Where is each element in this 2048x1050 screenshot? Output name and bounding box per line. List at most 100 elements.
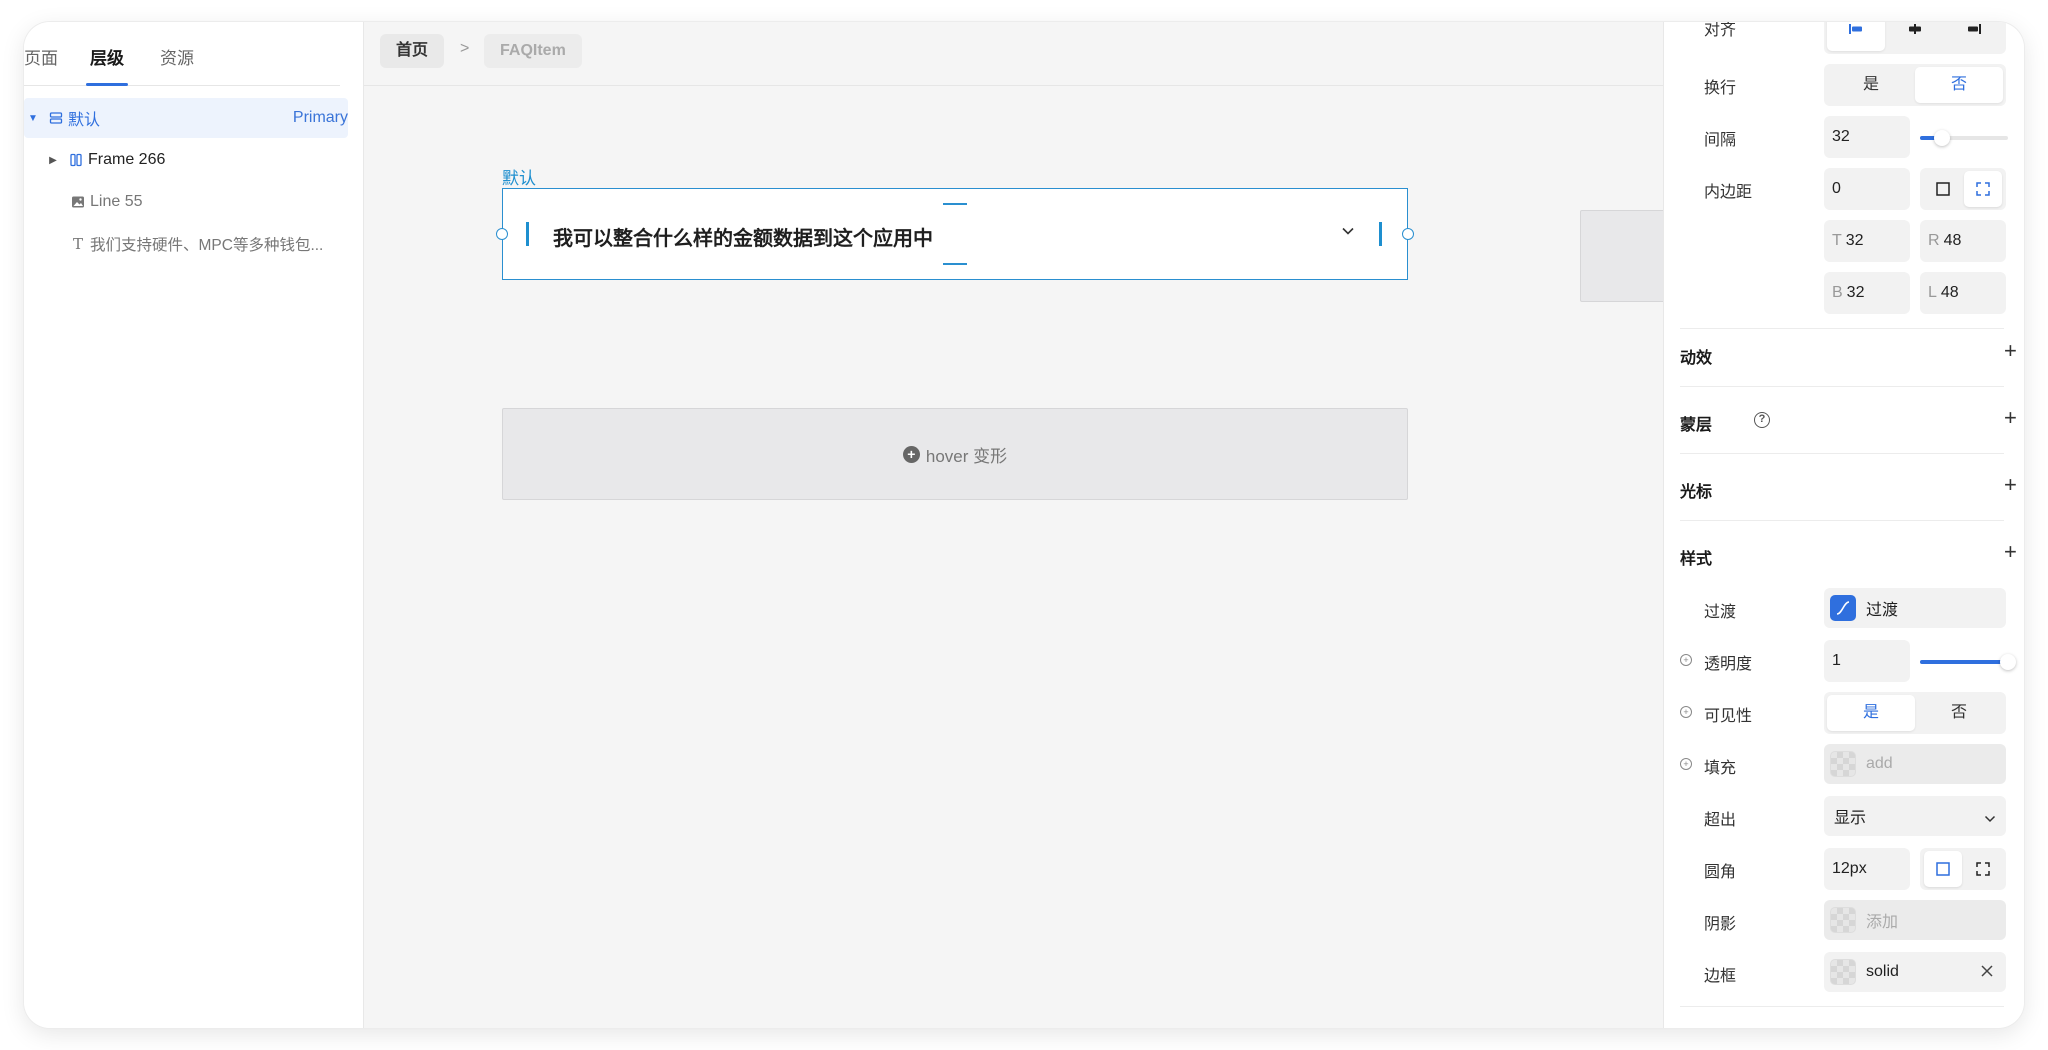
caret-right-icon[interactable]: ▶ [46, 155, 60, 166]
section-motion-title: 动效 [1680, 350, 1713, 367]
shadow-label: 阴影 [1704, 916, 1737, 933]
fill-label: 填充 [1704, 760, 1737, 777]
plus-circle-icon: + [902, 445, 920, 463]
add-mask-plus-icon[interactable]: + [2004, 405, 2017, 431]
help-circle-icon[interactable]: ? [1754, 412, 1770, 428]
overflow-select[interactable]: 显示 [1824, 796, 2006, 836]
wrap-yes-option[interactable]: 是 [1827, 67, 1915, 103]
transition-picker[interactable]: 过渡 [1824, 588, 2006, 628]
align-center-icon[interactable] [1886, 22, 1944, 51]
wrap-no-option[interactable]: 否 [1915, 67, 2003, 103]
padding-left-indicator [526, 222, 529, 246]
per-side-padding-icon[interactable] [1964, 171, 2002, 207]
opacity-slider-fill [1920, 660, 2008, 664]
close-icon[interactable] [1980, 964, 1994, 983]
align-left-icon[interactable] [1827, 22, 1885, 51]
visibility-toggle-icon[interactable]: + [1680, 706, 1692, 718]
gap-label: 间隔 [1704, 132, 1737, 149]
tree-item-line[interactable]: Line 55 [24, 182, 348, 222]
section-divider [1680, 453, 2004, 454]
text-type-icon: T [72, 235, 83, 253]
layers-panel: 页面 层级 资源 ▼ 默认 Primary ▶ Frame 266 Line 5… [24, 22, 364, 1028]
add-style-plus-icon[interactable]: + [2004, 539, 2017, 565]
transition-label: 过渡 [1704, 604, 1737, 621]
left-tabs: 页面 层级 资源 [24, 22, 340, 86]
align-control [1824, 22, 2006, 54]
stack-layout-icon [48, 110, 64, 126]
add-motion-plus-icon[interactable]: + [2004, 338, 2017, 364]
overflow-value: 显示 [1834, 810, 1867, 827]
frame-label[interactable]: 默认 [502, 164, 536, 189]
visibility-label: 可见性 [1704, 708, 1753, 725]
hover-variant-add-button[interactable]: + hover 变形 [502, 408, 1408, 500]
tab-layers[interactable]: 层级 [90, 44, 124, 69]
radius-mode-control [1920, 848, 2006, 890]
gap-slider-handle[interactable] [1934, 130, 1950, 146]
transition-value: 过渡 [1866, 602, 1899, 619]
padding-top-prefix: T [1832, 232, 1842, 249]
faq-question-text[interactable]: 我可以整合什么样的金额数据到这个应用中 [553, 222, 933, 251]
padding-input[interactable]: 0 [1824, 168, 1910, 210]
align-right-icon[interactable] [1945, 22, 2003, 51]
uniform-radius-icon[interactable] [1924, 851, 1962, 887]
padding-label: 内边距 [1704, 184, 1753, 201]
padding-bottom-input[interactable]: B 32 [1824, 272, 1910, 314]
padding-left-value: 48 [1940, 284, 1959, 301]
image-icon [70, 194, 86, 210]
tree-item-default[interactable]: ▼ 默认 Primary [24, 98, 348, 138]
tab-pages[interactable]: 页面 [24, 44, 58, 69]
padding-bottom-prefix: B [1832, 284, 1843, 301]
padding-bottom-indicator [943, 263, 967, 265]
resize-handle-right[interactable] [1402, 228, 1414, 240]
opacity-input[interactable]: 1 [1824, 640, 1910, 682]
caret-down-icon[interactable]: ▼ [26, 113, 40, 124]
section-divider [1680, 1006, 2004, 1007]
tree-item-label: Line 55 [90, 193, 143, 210]
tree-item-label: Frame 266 [88, 151, 166, 168]
faq-item-frame[interactable]: 我可以整合什么样的金额数据到这个应用中 [496, 188, 1414, 280]
shadow-picker[interactable]: 添加 [1824, 900, 2006, 940]
padding-left-input[interactable]: L 48 [1920, 272, 2006, 314]
tree-item-text[interactable]: T 我们支持硬件、MPC等多种钱包... [24, 224, 348, 264]
gap-input[interactable]: 32 [1824, 116, 1910, 158]
breadcrumb-separator: > [460, 40, 470, 57]
properties-panel: 对齐 换行 是 否 间隔 32 内边距 0 T 32 R 48 B 32 L 4… [1664, 22, 2024, 1028]
active-tab-indicator [86, 83, 128, 86]
padding-left-prefix: L [1928, 284, 1937, 301]
breadcrumb-home[interactable]: 首页 [380, 34, 445, 68]
tree-item-label: 我们支持硬件、MPC等多种钱包... [90, 237, 324, 254]
design-canvas[interactable]: 默认 我可以整合什么样的金额数据到这个应用中 + hover 变形 [364, 86, 1700, 1028]
tree-item-frame[interactable]: ▶ Frame 266 [24, 140, 348, 180]
chevron-down-icon[interactable] [1341, 223, 1355, 239]
border-value: solid [1866, 963, 1899, 980]
border-picker[interactable]: solid [1824, 952, 2006, 992]
per-corner-radius-icon[interactable] [1964, 851, 2002, 887]
add-cursor-plus-icon[interactable]: + [2004, 472, 2017, 498]
uniform-padding-icon[interactable] [1924, 171, 1962, 207]
radius-label: 圆角 [1704, 864, 1737, 881]
border-color-swatch-icon [1830, 959, 1856, 985]
breadcrumb-current[interactable]: FAQItem [484, 34, 582, 68]
opacity-slider-handle[interactable] [2000, 654, 2016, 670]
padding-top-input[interactable]: T 32 [1824, 220, 1910, 262]
padding-bottom-value: 32 [1846, 284, 1865, 301]
section-mask-title: 蒙层 [1680, 417, 1713, 434]
visibility-no-option[interactable]: 否 [1915, 695, 2003, 731]
section-divider [1680, 328, 2004, 329]
resize-handle-left[interactable] [496, 228, 508, 240]
breadcrumb: 首页 > FAQItem [364, 22, 1688, 86]
tab-assets[interactable]: 资源 [160, 44, 194, 69]
opacity-slider[interactable] [1920, 654, 2016, 670]
gap-slider[interactable] [1920, 130, 2008, 146]
padding-right-input[interactable]: R 48 [1920, 220, 2006, 262]
fill-toggle-icon[interactable]: + [1680, 758, 1692, 770]
align-label: 对齐 [1704, 22, 1737, 39]
visibility-yes-option[interactable]: 是 [1827, 695, 1915, 731]
radius-input[interactable]: 12px [1824, 848, 1910, 890]
padding-right-indicator [1379, 222, 1382, 246]
opacity-toggle-icon[interactable]: + [1680, 654, 1692, 666]
easing-curve-icon [1830, 595, 1856, 621]
app-window: 页面 层级 资源 ▼ 默认 Primary ▶ Frame 266 Line 5… [24, 22, 2024, 1028]
tree-item-label: 默认 [68, 112, 101, 129]
fill-picker[interactable]: add [1824, 744, 2006, 784]
